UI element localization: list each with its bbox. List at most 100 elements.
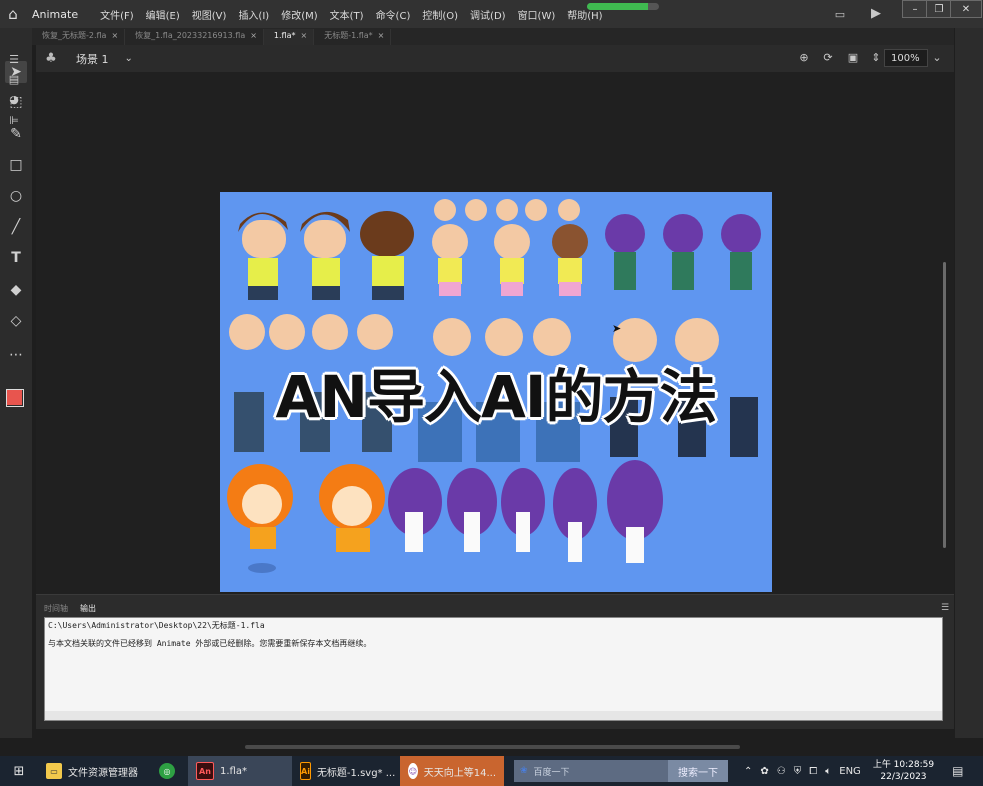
menu-commands[interactable]: 命令(C)	[370, 7, 417, 22]
paw-icon: ❀	[520, 766, 528, 776]
boy-character-front	[238, 212, 288, 300]
library-panel-icon[interactable]: ▤	[7, 73, 21, 87]
panel-menu-icon[interactable]: ☰	[941, 603, 949, 613]
output-line-path: C:\Users\Administrator\Desktop\22\无标题-1.…	[48, 621, 265, 630]
taskbar-animate[interactable]: An 1.fla*	[188, 756, 292, 786]
tray-security-icon[interactable]: ⛨	[790, 766, 806, 777]
close-icon[interactable]: ×	[250, 31, 257, 40]
notification-icon[interactable]: ▤	[948, 764, 967, 778]
restore-button[interactable]: ❐	[926, 0, 952, 18]
document-tab-bar: 恢复_无标题-2.fla × 恢复_1.fla_20233216913.fla × …	[32, 28, 954, 45]
purple-hair-women	[388, 460, 663, 563]
windows-start-icon[interactable]: ⊞	[0, 756, 38, 786]
input-language[interactable]: ENG	[835, 766, 865, 777]
menu-debug[interactable]: 调试(D)	[464, 7, 512, 22]
tray-display-icon[interactable]: ⧠	[805, 766, 821, 777]
close-icon[interactable]: ×	[378, 31, 385, 40]
taskbar-label: 天天向上等14...	[423, 767, 496, 779]
text-tool-icon[interactable]: T	[5, 247, 27, 269]
taskbar-label: 文件资源管理器	[68, 767, 138, 779]
scene-icon[interactable]: ♣	[36, 51, 66, 66]
close-icon[interactable]: ×	[111, 31, 118, 40]
scene-bar: ♣ 场景 1 ⌄	[36, 45, 954, 72]
girl-heads-row	[434, 199, 580, 221]
align-panel-icon[interactable]: ⊫	[7, 114, 21, 128]
zoom-stepper-icon[interactable]: ⇕	[869, 51, 883, 65]
rotate-stage-icon[interactable]: ⟳	[821, 51, 835, 65]
boy-character-back	[360, 211, 414, 300]
line-tool-icon[interactable]: ╱	[5, 216, 27, 238]
stage-vertical-scrollbar[interactable]	[943, 262, 946, 548]
properties-panel-icon[interactable]: ☰	[7, 53, 21, 67]
tab-label: 1.fla*	[273, 31, 296, 40]
taskbar-search-input[interactable]: ❀ 百度一下	[514, 760, 668, 782]
menu-modify[interactable]: 修改(M)	[275, 7, 323, 22]
girl-characters-purple-hair	[605, 214, 761, 290]
output-text-area[interactable]	[44, 617, 943, 713]
zoom-dropdown-icon[interactable]: ⌄	[930, 51, 944, 65]
tab-1-fla[interactable]: 1.fla* ×	[263, 29, 315, 45]
menu-edit[interactable]: 编辑(E)	[140, 7, 186, 22]
windows-taskbar: ⊞ ▭ 文件资源管理器 ◎ An 1.fla* Ai 无标题-1.svg* ..…	[0, 756, 983, 786]
browser-tab-icon: ☺	[408, 763, 418, 779]
clip-stage-icon[interactable]: ▣	[846, 51, 860, 65]
tray-network-icon[interactable]: ⚇	[773, 766, 790, 777]
taskbar-label: 1.fla*	[220, 765, 247, 777]
animate-app-icon: An	[196, 762, 214, 780]
taskbar-illustrator[interactable]: Ai 无标题-1.svg* ...	[292, 756, 400, 786]
volume-icon[interactable]: 🔈︎	[821, 766, 835, 777]
progress-bar	[587, 3, 659, 10]
tray-overflow-icon[interactable]: ⌃	[740, 766, 756, 777]
tab-untitled-1[interactable]: 无标题-1.fla* ×	[314, 29, 392, 45]
workspace-icon[interactable]: ▭	[833, 8, 847, 22]
output-horizontal-scrollbar[interactable]	[44, 711, 943, 721]
minimize-button[interactable]: –	[902, 0, 928, 18]
tab-recovered-untitled-2[interactable]: 恢复_无标题-2.fla ×	[32, 29, 126, 45]
taskbar-search-button[interactable]: 搜索一下	[668, 760, 728, 782]
mouse-cursor-icon: ➤	[612, 322, 622, 335]
taskbar-360-browser[interactable]: ◎	[146, 756, 188, 786]
360-icon: ◎	[159, 763, 175, 779]
eraser-tool-icon[interactable]: ◇	[5, 310, 27, 332]
menu-view[interactable]: 视图(V)	[186, 7, 233, 22]
fill-color-swatch[interactable]	[7, 390, 22, 405]
menu-window[interactable]: 窗口(W)	[512, 7, 562, 22]
tab-output[interactable]: 输出	[80, 603, 96, 615]
tab-recovered-1[interactable]: 恢复_1.fla_20233216913.fla ×	[125, 29, 264, 45]
test-movie-play-icon[interactable]: ▶	[869, 7, 883, 21]
timeline-scrollbar[interactable]	[245, 745, 740, 749]
paint-bucket-tool-icon[interactable]: ◆	[5, 279, 27, 301]
taskbar-file-explorer[interactable]: ▭ 文件资源管理器	[38, 756, 146, 786]
taskbar-label: 无标题-1.svg* ...	[316, 767, 396, 779]
tab-label: 无标题-1.fla*	[324, 31, 373, 40]
center-stage-icon[interactable]: ⊕	[797, 51, 811, 65]
illustrator-app-icon: Ai	[300, 762, 311, 780]
home-icon[interactable]: ⌂	[0, 0, 26, 28]
zoom-value: 100%	[891, 52, 920, 64]
tray-app-icon[interactable]: ✿	[756, 766, 772, 777]
rectangle-tool-icon[interactable]: □	[5, 154, 27, 176]
video-title-overlay: AN导入AI的方法	[275, 363, 718, 431]
chevron-down-icon[interactable]: ⌄	[125, 53, 133, 64]
progress-fill	[587, 3, 649, 10]
output-panel-tabs: 时间轴 输出	[44, 603, 96, 615]
output-line-message: 与本文档关联的文件已经移到 Animate 外部或已经删除。您需要重新保存本文档…	[48, 639, 372, 648]
close-icon[interactable]: ×	[301, 31, 308, 40]
girl-characters-yellow	[432, 224, 588, 296]
oval-tool-icon[interactable]: ○	[5, 185, 27, 207]
more-tools-icon[interactable]: ⋯	[5, 344, 27, 366]
tab-timeline[interactable]: 时间轴	[44, 603, 68, 615]
menu-control[interactable]: 控制(O)	[416, 7, 464, 22]
tab-label: 恢复_无标题-2.fla	[42, 31, 107, 40]
close-window-button[interactable]: ✕	[950, 0, 982, 18]
orange-cartoon-character-2	[319, 464, 385, 552]
zoom-field[interactable]: 100%	[884, 49, 928, 67]
taskbar-browser-tab[interactable]: ☺ 天天向上等14...	[400, 756, 504, 786]
menu-text[interactable]: 文本(T)	[324, 7, 370, 22]
taskbar-clock[interactable]: 上午 10:28:59 22/3/2023	[873, 759, 934, 783]
color-panel-icon[interactable]: ◕	[7, 93, 21, 107]
scene-name: 场景 1	[76, 52, 109, 66]
menu-insert[interactable]: 插入(I)	[232, 7, 275, 22]
menu-file[interactable]: 文件(F)	[94, 7, 140, 22]
boy-character-side	[300, 211, 350, 300]
